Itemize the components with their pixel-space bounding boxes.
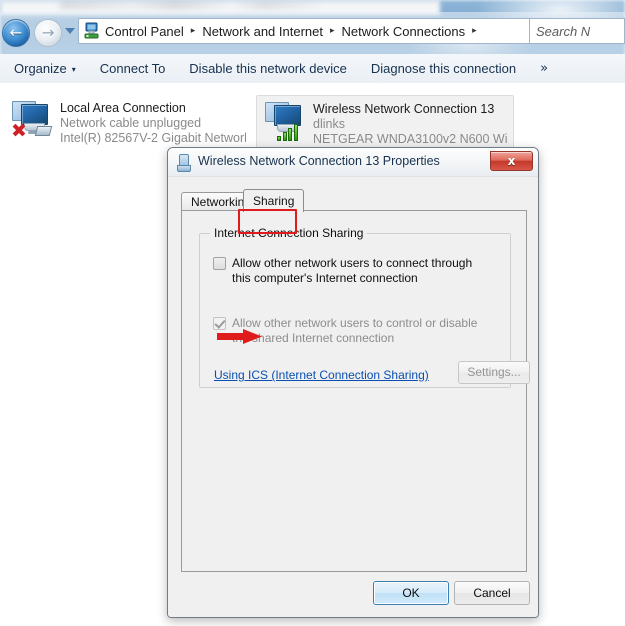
signal-bars-icon — [277, 121, 303, 141]
recent-pages-dropdown-button[interactable] — [64, 25, 77, 37]
dialog-footer: OK Cancel — [168, 573, 538, 617]
list-item-text: Wireless Network Connection 13 dlinks NE… — [313, 101, 507, 147]
breadcrumb-item-control-panel[interactable]: Control Panel — [102, 22, 187, 41]
network-device-icon — [177, 154, 191, 172]
address-bar: ← → Control Panel ▸ Network and Internet… — [0, 12, 625, 54]
signal-bar — [293, 124, 298, 141]
breadcrumb-item-network-and-internet[interactable]: Network and Internet — [199, 22, 326, 41]
red-x-icon: ✖ — [11, 120, 27, 142]
disable-network-device-button[interactable]: Disable this network device — [179, 56, 357, 81]
connection-device: Intel(R) 82567V-2 Gigabit Network... — [60, 131, 246, 145]
connection-name: Local Area Connection — [60, 101, 186, 115]
organize-label: Organize — [14, 61, 67, 76]
allow-connect-label: Allow other network users to connect thr… — [232, 256, 473, 285]
device-base — [177, 165, 191, 172]
settings-button: Settings... — [458, 361, 530, 384]
network-cable-icon — [28, 124, 53, 138]
connection-status: Network cable unplugged — [60, 116, 202, 130]
close-icon[interactable]: x — [490, 151, 533, 171]
wireless-properties-dialog: Wireless Network Connection 13 Propertie… — [167, 147, 539, 618]
breadcrumb-separator-icon: ▸ — [472, 26, 477, 36]
search-input[interactable]: Search N — [529, 18, 625, 44]
network-connections-icon — [83, 22, 100, 40]
organize-button[interactable]: Organize ▾ — [4, 56, 86, 81]
dialog-title: Wireless Network Connection 13 Propertie… — [198, 154, 440, 168]
internet-connection-sharing-groupbox: Internet Connection Sharing Allow other … — [199, 226, 530, 388]
search-placeholder: Search N — [536, 23, 591, 39]
forward-arrow-icon: → — [41, 23, 55, 42]
command-bar-overflow-button[interactable]: » — [534, 57, 554, 80]
signal-bar — [277, 136, 281, 141]
allow-control-checkbox-row: Allow other network users to control or … — [213, 316, 493, 346]
signal-bar — [282, 132, 287, 141]
command-bar: Organize ▾ Connect To Disable this networ… — [0, 54, 625, 84]
connection-device: NETGEAR WNDA3100v2 N600 Wir... — [313, 132, 507, 146]
list-item-text: Local Area Connection Network cable unpl… — [60, 100, 246, 146]
connect-to-button[interactable]: Connect To — [90, 56, 176, 81]
tab-sharing[interactable]: Sharing — [243, 189, 305, 212]
chevron-down-icon — [65, 28, 75, 34]
allow-connect-checkbox[interactable] — [213, 257, 226, 270]
tab-panel-sharing: Internet Connection Sharing Allow other … — [181, 210, 530, 572]
dialog-body: Internet Connection Sharing Allow other … — [168, 177, 538, 617]
breadcrumb-separator-icon: ▸ — [330, 26, 335, 36]
back-arrow-icon: ← — [9, 23, 23, 42]
cable-plug — [34, 126, 53, 136]
list-item[interactable]: ✖ Local Area Connection Network cable un… — [4, 95, 252, 153]
forward-button[interactable]: → — [34, 19, 62, 47]
breadcrumb-separator-icon: ▸ — [190, 26, 196, 36]
monitor-wireless-icon — [263, 101, 309, 145]
breadcrumb-item-network-connections[interactable]: Network Connections — [339, 22, 469, 41]
using-ics-link[interactable]: Using ICS (Internet Connection Sharing) — [214, 368, 429, 382]
allow-control-label: Allow other network users to control or … — [232, 316, 478, 345]
allow-control-checkbox — [213, 317, 226, 330]
monitor-disconnected-icon: ✖ — [10, 100, 56, 144]
tab-strip: Networking Sharing — [181, 189, 527, 212]
signal-bar — [288, 128, 292, 141]
dialog-titlebar[interactable]: Wireless Network Connection 13 Propertie… — [168, 148, 538, 177]
list-item[interactable]: Wireless Network Connection 13 dlinks NE… — [256, 95, 514, 153]
cancel-button[interactable]: Cancel — [454, 581, 530, 605]
chevron-down-icon: ▾ — [71, 65, 76, 75]
ok-button[interactable]: OK — [373, 581, 449, 605]
groupbox-title: Internet Connection Sharing — [210, 226, 368, 240]
desktop-top-strip-blur — [60, 1, 390, 9]
breadcrumb[interactable]: Control Panel ▸ Network and Internet ▸ N… — [78, 18, 569, 44]
connection-status: dlinks — [313, 117, 345, 131]
diagnose-connection-button[interactable]: Diagnose this connection — [361, 56, 526, 81]
connection-name: Wireless Network Connection 13 — [313, 102, 495, 116]
back-button[interactable]: ← — [2, 19, 30, 47]
allow-connect-checkbox-row[interactable]: Allow other network users to connect thr… — [213, 256, 493, 286]
